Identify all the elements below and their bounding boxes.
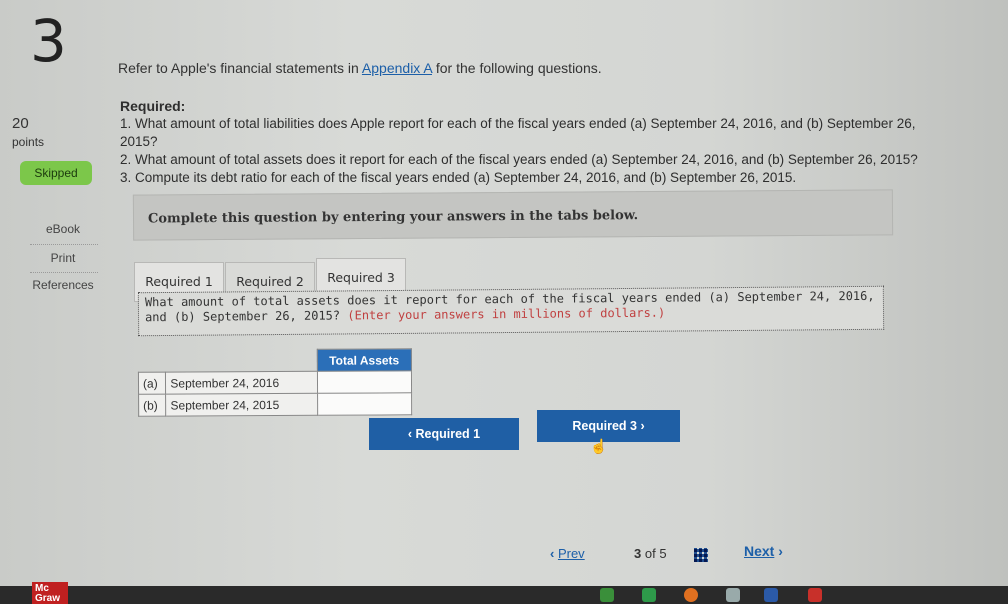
intro-after: for the following questions.	[431, 60, 602, 76]
table-header-row: Total Assets	[138, 348, 412, 372]
answer-table: Total Assets (a) September 24, 2016 (b) …	[138, 348, 416, 417]
row-date: September 24, 2015	[165, 393, 318, 417]
chrome-icon[interactable]	[600, 588, 614, 602]
points-value: 20	[12, 115, 29, 132]
chevron-left-icon: ‹	[550, 546, 558, 561]
prev-required-button[interactable]: ‹ Required 1	[369, 418, 519, 450]
next-button[interactable]: Next ›	[744, 543, 783, 559]
required-item-2: 2. What amount of total assets does it r…	[120, 152, 918, 167]
calculator-icon[interactable]	[726, 588, 740, 602]
browser-icon[interactable]	[684, 588, 698, 602]
current-page: 3	[634, 546, 642, 561]
next-label: Next	[744, 543, 775, 559]
total-assets-2015-input-cell[interactable]	[317, 392, 416, 416]
appendix-link[interactable]: Appendix A	[362, 60, 432, 76]
divider	[30, 244, 98, 245]
table-row: (a) September 24, 2016	[138, 370, 416, 395]
intro-before: Refer to Apple's financial statements in	[118, 60, 362, 76]
total-assets-2016-input-cell[interactable]	[317, 370, 416, 394]
intro-text: Refer to Apple's financial statements in…	[118, 60, 602, 76]
total-assets-2015-input[interactable]	[317, 393, 416, 415]
page-indicator: 3 of 5	[634, 546, 667, 561]
pdf-icon[interactable]	[808, 588, 822, 602]
app-icon[interactable]	[642, 588, 656, 602]
required-item-3: 3. Compute its debt ratio for each of th…	[120, 170, 797, 185]
divider	[30, 272, 98, 273]
row-label: (b)	[138, 394, 167, 417]
pager-prev[interactable]: ‹ Prev	[550, 546, 585, 561]
total-assets-header: Total Assets	[316, 348, 412, 372]
status-badge: Skipped	[20, 161, 92, 185]
taskbar	[0, 586, 1008, 604]
table-row: (b) September 24, 2015	[138, 392, 416, 417]
chevron-right-icon: ›	[778, 543, 783, 559]
row-label: (a)	[138, 372, 166, 395]
prev-link[interactable]: Prev	[558, 546, 585, 561]
question-prompt: What amount of total assets does it repo…	[137, 285, 885, 337]
required-heading: Required:	[120, 98, 186, 114]
header-blank	[138, 349, 317, 372]
next-required-button[interactable]: Required 3 ›	[537, 410, 680, 442]
instructions-banner: Complete this question by entering your …	[132, 189, 894, 241]
references-link[interactable]: References	[28, 278, 98, 292]
banner-text: Complete this question by entering your …	[147, 208, 639, 227]
word-icon[interactable]	[764, 588, 778, 602]
page-total: of 5	[644, 546, 667, 561]
grid-icon[interactable]	[694, 548, 708, 562]
required-item-1: 1. What amount of total liabilities does…	[120, 116, 916, 149]
ebook-link[interactable]: eBook	[28, 222, 98, 236]
row-date: September 24, 2016	[165, 371, 318, 395]
question-number: 3	[30, 7, 67, 75]
points-label: points	[12, 135, 45, 149]
question-hint: (Enter your answers in millions of dolla…	[347, 305, 666, 323]
hand-cursor-icon: ☝	[590, 438, 608, 454]
print-link[interactable]: Print	[28, 251, 98, 265]
required-block: Required: 1. What amount of total liabil…	[120, 97, 950, 187]
total-assets-2016-input[interactable]	[317, 371, 416, 393]
mcgraw-logo: Mc Graw	[32, 582, 68, 604]
